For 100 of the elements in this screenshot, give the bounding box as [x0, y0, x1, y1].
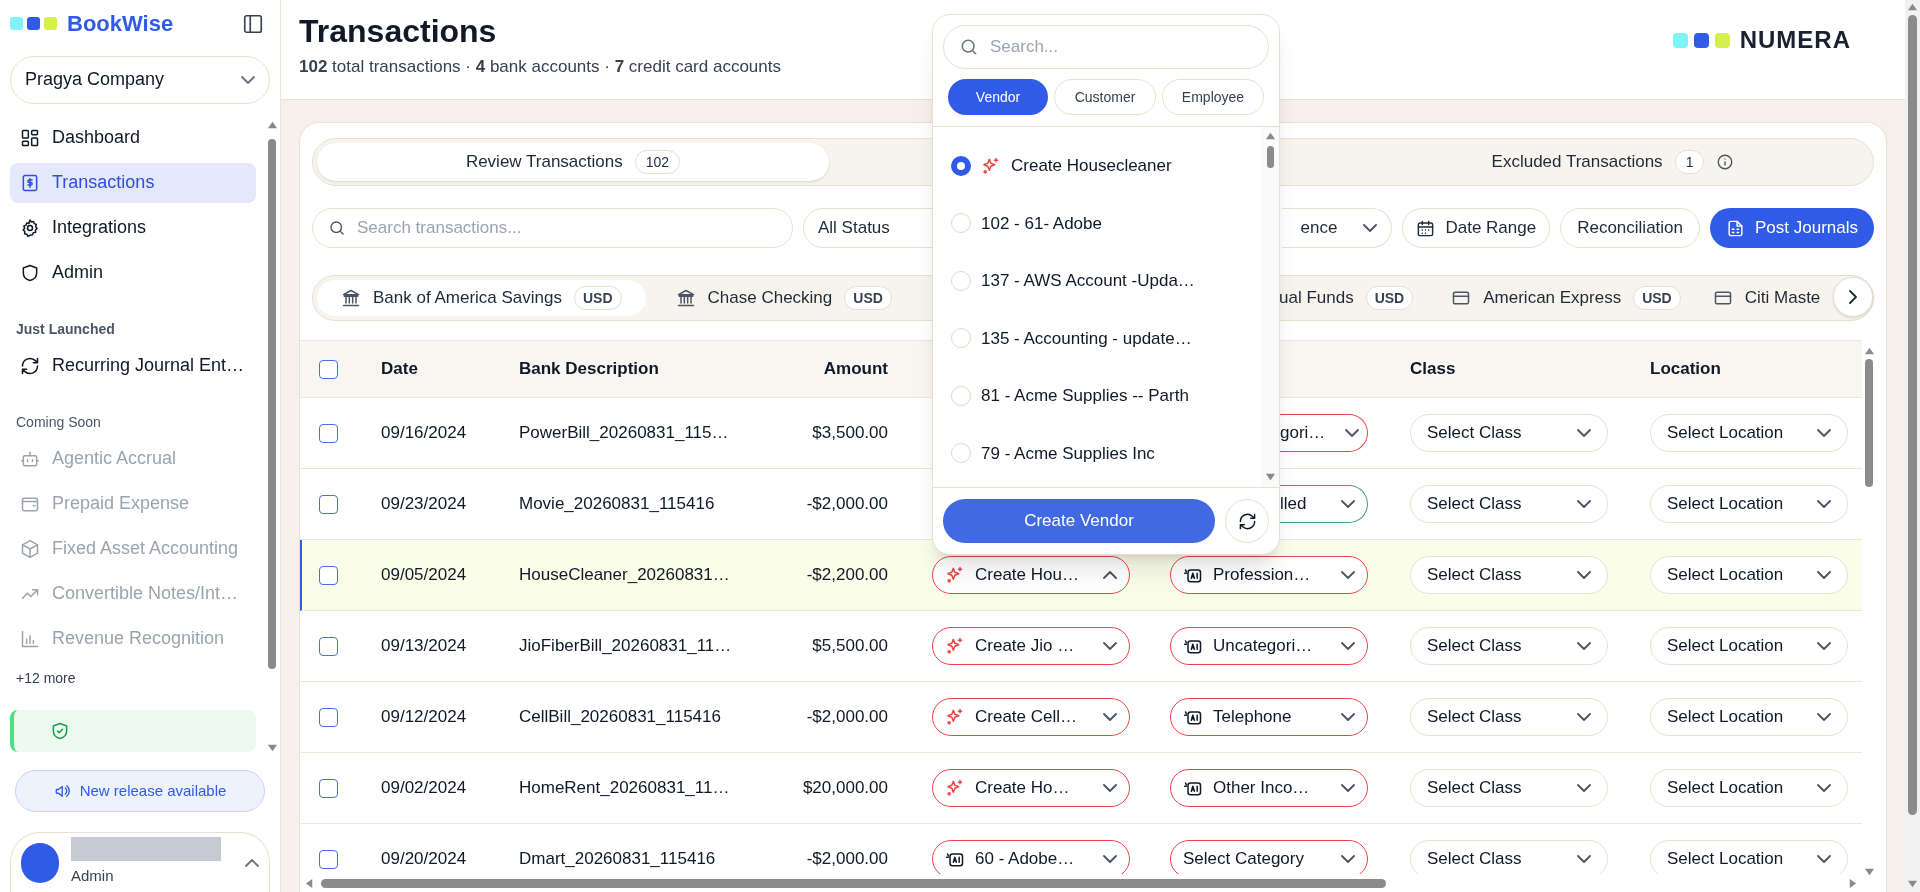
shield-icon	[20, 262, 40, 283]
row-checkbox[interactable]	[319, 707, 338, 727]
shield-check-icon	[50, 720, 70, 741]
class-select[interactable]: Select Class	[1410, 698, 1608, 736]
scroll-up-arrow[interactable]	[266, 119, 278, 131]
scroll-down-arrow[interactable]	[1907, 879, 1918, 890]
payee-select[interactable]: Create Ho…	[932, 769, 1130, 807]
nav-item[interactable]: Admin	[10, 252, 256, 293]
class-select[interactable]: Select Class	[1410, 556, 1608, 594]
column-header: Date	[381, 358, 418, 381]
radio-button[interactable]	[951, 328, 971, 349]
row-checkbox[interactable]	[319, 494, 338, 514]
radio-button[interactable]	[951, 270, 971, 291]
row-checkbox[interactable]	[319, 778, 338, 798]
nav-item[interactable]: Dashboard	[10, 117, 256, 158]
user-card[interactable]: Admin	[10, 832, 270, 892]
scroll-down-arrow[interactable]	[1264, 472, 1276, 483]
row-checkbox[interactable]	[319, 849, 338, 869]
payee-select[interactable]: Create Jio …	[932, 627, 1130, 665]
amount-cell-text: $3,500.00	[812, 422, 889, 445]
location-select[interactable]: Select Location	[1650, 485, 1848, 523]
date-cell-text: 09/05/2024	[381, 564, 467, 587]
class-select[interactable]: Select Class	[1410, 627, 1608, 665]
vendor-option[interactable]: Create Housecleaner	[933, 137, 1261, 195]
table-row[interactable]: 09/13/2024 JioFiberBill_20260831_11… $5,500.00 Create Jio … Uncategori… Select Class Select Location	[300, 611, 1862, 682]
scrollbar-thumb[interactable]	[1266, 146, 1274, 168]
nav-item[interactable]: Integrations	[10, 207, 256, 248]
scrollbar-thumb[interactable]	[1908, 15, 1917, 815]
nav-item[interactable]: Transactions	[10, 162, 256, 203]
description-cell-text: HouseCleaner_20260831…	[519, 564, 730, 587]
scrollbar-track[interactable]	[1261, 127, 1279, 487]
category-select[interactable]: Other Inco…	[1170, 769, 1368, 807]
location-select[interactable]: Select Location	[1650, 698, 1848, 736]
payee-select[interactable]: Create Cell…	[932, 698, 1130, 736]
location-select[interactable]: Select Location	[1650, 769, 1848, 807]
chevron-down-icon	[1817, 784, 1831, 792]
radio-button[interactable]	[951, 443, 971, 464]
scrollbar-thumb[interactable]	[268, 138, 276, 669]
class-select[interactable]: Select Class	[1410, 485, 1608, 523]
account-tab[interactable]: American Express USD	[1435, 280, 1697, 316]
category-select[interactable]: Profession…	[1170, 556, 1368, 594]
class-select[interactable]: Select Class	[1410, 414, 1608, 452]
scroll-up-arrow[interactable]	[1264, 131, 1276, 142]
tab[interactable]: Excluded Transactions 1	[1357, 143, 1869, 181]
chevron-down-icon	[1577, 571, 1591, 579]
create-vendor-button[interactable]: Create Vendor	[943, 499, 1215, 543]
location-select[interactable]: Select Location	[1650, 627, 1848, 665]
more-link[interactable]: +12 more	[10, 663, 82, 694]
scroll-down-arrow[interactable]	[1863, 867, 1875, 878]
scrollbar-track[interactable]	[1905, 0, 1920, 892]
category-select[interactable]: Select Category	[1170, 840, 1368, 874]
location-select[interactable]: Select Location	[1650, 414, 1848, 452]
select-all-checkbox[interactable]	[319, 359, 338, 379]
scrollbar-thumb[interactable]	[321, 878, 1386, 888]
chevron-down-icon	[1577, 713, 1591, 721]
payee-select[interactable]: Create Hou…	[932, 556, 1130, 594]
amount-cell-text: $5,500.00	[812, 635, 889, 658]
radio-button[interactable]	[951, 385, 971, 406]
chevron-down-icon	[1817, 855, 1831, 863]
row-checkbox[interactable]	[319, 636, 338, 656]
release-button[interactable]: New release available	[15, 770, 265, 813]
filter-tab[interactable]: Vendor	[948, 79, 1048, 115]
logo-squares-icon	[1672, 32, 1730, 48]
vendor-option[interactable]: 137 - AWS Account -Upda…	[933, 252, 1261, 310]
class-select[interactable]: Select Class	[1410, 840, 1608, 874]
table-row[interactable]: 09/12/2024 CellBill_20260831_115416 -$2,000.00 Create Cell… Telephone Select Class Select Location	[300, 682, 1862, 753]
tab[interactable]: Review Transactions 102	[317, 143, 829, 181]
account-tab[interactable]: Bank of America Savings USD	[317, 280, 646, 316]
row-checkbox[interactable]	[319, 423, 338, 443]
chevron-down-icon	[1345, 429, 1360, 437]
scroll-up-arrow[interactable]	[1907, 2, 1918, 13]
table-row[interactable]: 09/05/2024 HouseCleaner_20260831… -$2,200.00 Create Hou… Profession… Select Class Select Location	[300, 540, 1862, 611]
category-select[interactable]: gori…	[1280, 414, 1368, 452]
nav-item[interactable]: Recurring Journal Ent…	[10, 345, 256, 386]
scroll-left-arrow[interactable]	[304, 877, 315, 889]
category-select[interactable]: lled	[1280, 485, 1368, 523]
class-select[interactable]: Select Class	[1410, 769, 1608, 807]
post-journals-button[interactable]: Post Journals	[1710, 208, 1874, 248]
sparkle-icon	[945, 636, 965, 656]
table-row[interactable]: 09/02/2024 HomeRent_20260831_11… $20,000.00 Create Ho… Other Inco… Select Class Select Location	[300, 753, 1862, 824]
category-select[interactable]: Telephone	[1170, 698, 1368, 736]
scrollbar-thumb[interactable]	[1865, 359, 1873, 487]
vendor-option[interactable]: 81 - Acme Supplies -- Parth	[933, 367, 1261, 425]
description-cell-text: HomeRent_20260831_11…	[519, 777, 730, 800]
search-field[interactable]: Search transactions...	[312, 208, 793, 248]
vendor-option[interactable]: 79 - Acme Supplies Inc	[933, 424, 1261, 482]
scroll-up-arrow[interactable]	[1863, 346, 1875, 357]
radio-button[interactable]	[951, 213, 971, 234]
search-field[interactable]: Search...	[943, 25, 1269, 69]
payee-select[interactable]: 60 - Adobe…	[932, 840, 1130, 874]
location-select[interactable]: Select Location	[1650, 840, 1848, 874]
account-tab[interactable]: Citi Maste	[1696, 280, 1837, 316]
account-tab[interactable]: Chase Checking USD	[659, 280, 908, 316]
scroll-right-arrow[interactable]	[1847, 877, 1858, 889]
category-select[interactable]: Uncategori…	[1170, 627, 1368, 665]
radio-button[interactable]	[951, 155, 971, 176]
location-select[interactable]: Select Location	[1650, 556, 1848, 594]
vendor-option[interactable]: 135 - Accounting - update…	[933, 309, 1261, 367]
next-button[interactable]	[1833, 277, 1873, 317]
row-checkbox[interactable]	[319, 565, 338, 585]
